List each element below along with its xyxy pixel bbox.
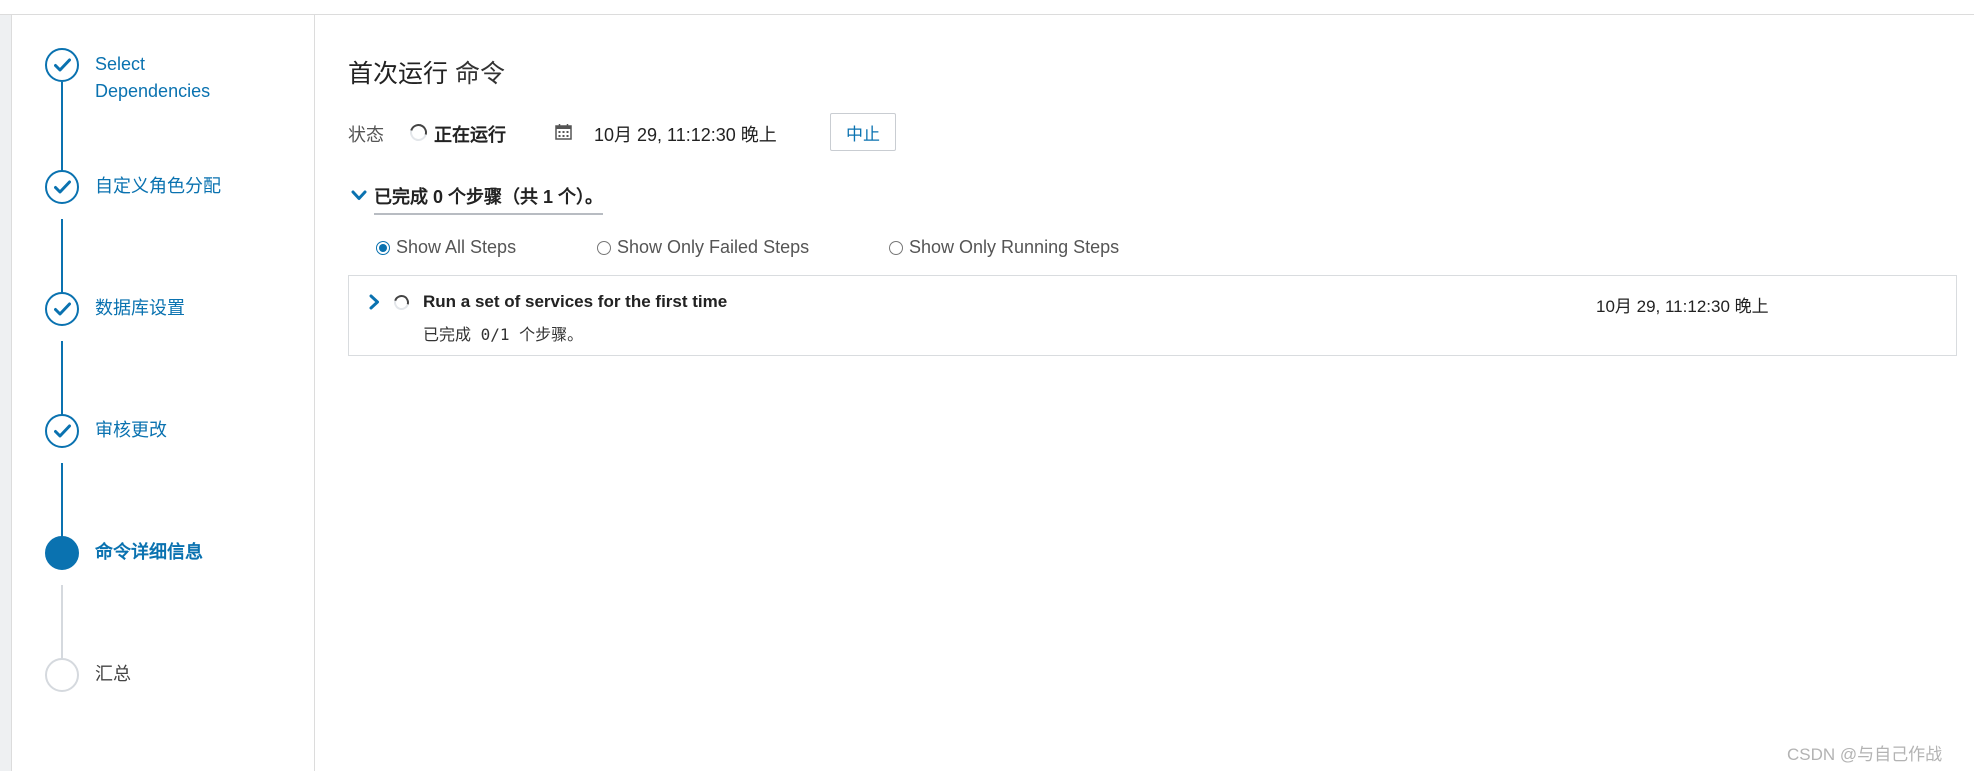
wizard-step-label: 命令详细信息 xyxy=(95,542,203,562)
step-filter-group: Show All Steps Show Only Failed Steps Sh… xyxy=(376,237,1276,267)
page-subtitle-text: 命令 xyxy=(454,60,505,88)
filter-label: Show All Steps xyxy=(396,237,517,257)
spinner-icon xyxy=(391,292,412,313)
abort-button[interactable]: 中止 xyxy=(830,113,896,151)
wizard-step-label: 数据库设置 xyxy=(95,298,185,318)
wizard-step-label: 审核更改 xyxy=(95,420,167,440)
wizard-step-summary[interactable]: 汇总 xyxy=(12,658,312,698)
filter-show-failed-steps[interactable]: Show Only Failed Steps xyxy=(597,237,809,258)
spinner-icon xyxy=(406,120,431,145)
chevron-right-icon[interactable] xyxy=(369,294,380,315)
watermark: CSDN @与自己作战 xyxy=(1787,745,1943,764)
left-gutter xyxy=(0,15,12,771)
filter-label: Show Only Running Steps xyxy=(909,237,1120,257)
pending-step-circle-icon xyxy=(45,658,79,692)
status-label: 状态 xyxy=(348,125,384,145)
check-circle-icon xyxy=(45,170,79,204)
filter-show-running-steps[interactable]: Show Only Running Steps xyxy=(889,237,1119,258)
calendar-icon xyxy=(555,123,572,145)
check-circle-icon xyxy=(45,48,79,82)
status-value: 正在运行 xyxy=(434,125,506,145)
radio-button[interactable] xyxy=(889,240,903,255)
check-circle-icon xyxy=(45,414,79,448)
wizard-step-custom-role-assignment[interactable]: 自定义角色分配 xyxy=(12,170,312,210)
wizard-sidebar: Select Dependencies 自定义角色分配 数据库设置 审核更改 命… xyxy=(12,15,315,771)
wizard-step-review-changes[interactable]: 审核更改 xyxy=(12,414,312,454)
command-steps-table: Run a set of services for the first time… xyxy=(348,275,1957,356)
wizard-step-label: 自定义角色分配 xyxy=(95,176,221,196)
wizard-step-label: Select Dependencies xyxy=(95,54,211,101)
radio-button[interactable] xyxy=(597,240,611,255)
current-step-circle-icon xyxy=(45,536,79,570)
steps-summary-toggle[interactable]: 已完成 0 个步骤（共 1 个）。 xyxy=(348,181,648,215)
command-step-timestamp: 10月 29, 11:12:30 晚上 xyxy=(1596,297,1769,316)
wizard-step-select-dependencies[interactable]: Select Dependencies xyxy=(12,48,312,118)
command-step-progress: 已完成 0/1 个步骤。 xyxy=(423,325,584,344)
filter-label: Show Only Failed Steps xyxy=(617,237,810,257)
status-row: 状态 正在运行 10月 29, 11:12:30 晚上 中止 xyxy=(348,111,1148,151)
wizard-step-label: 汇总 xyxy=(95,664,131,684)
chevron-down-icon xyxy=(351,190,367,200)
filter-show-all-steps[interactable]: Show All Steps xyxy=(376,237,516,258)
top-bar xyxy=(0,0,1974,15)
radio-button[interactable] xyxy=(376,240,390,255)
wizard-step-command-details[interactable]: 命令详细信息 xyxy=(12,536,312,576)
wizard-step-database-setup[interactable]: 数据库设置 xyxy=(12,292,312,332)
page-title-text: 首次运行 xyxy=(348,60,449,88)
steps-summary-text: 已完成 0 个步骤（共 1 个）。 xyxy=(374,183,604,215)
page-title: 首次运行 命令 xyxy=(348,54,505,90)
status-timestamp: 10月 29, 11:12:30 晚上 xyxy=(594,125,777,145)
check-circle-icon xyxy=(45,292,79,326)
command-step-title: Run a set of services for the first time xyxy=(423,292,728,311)
